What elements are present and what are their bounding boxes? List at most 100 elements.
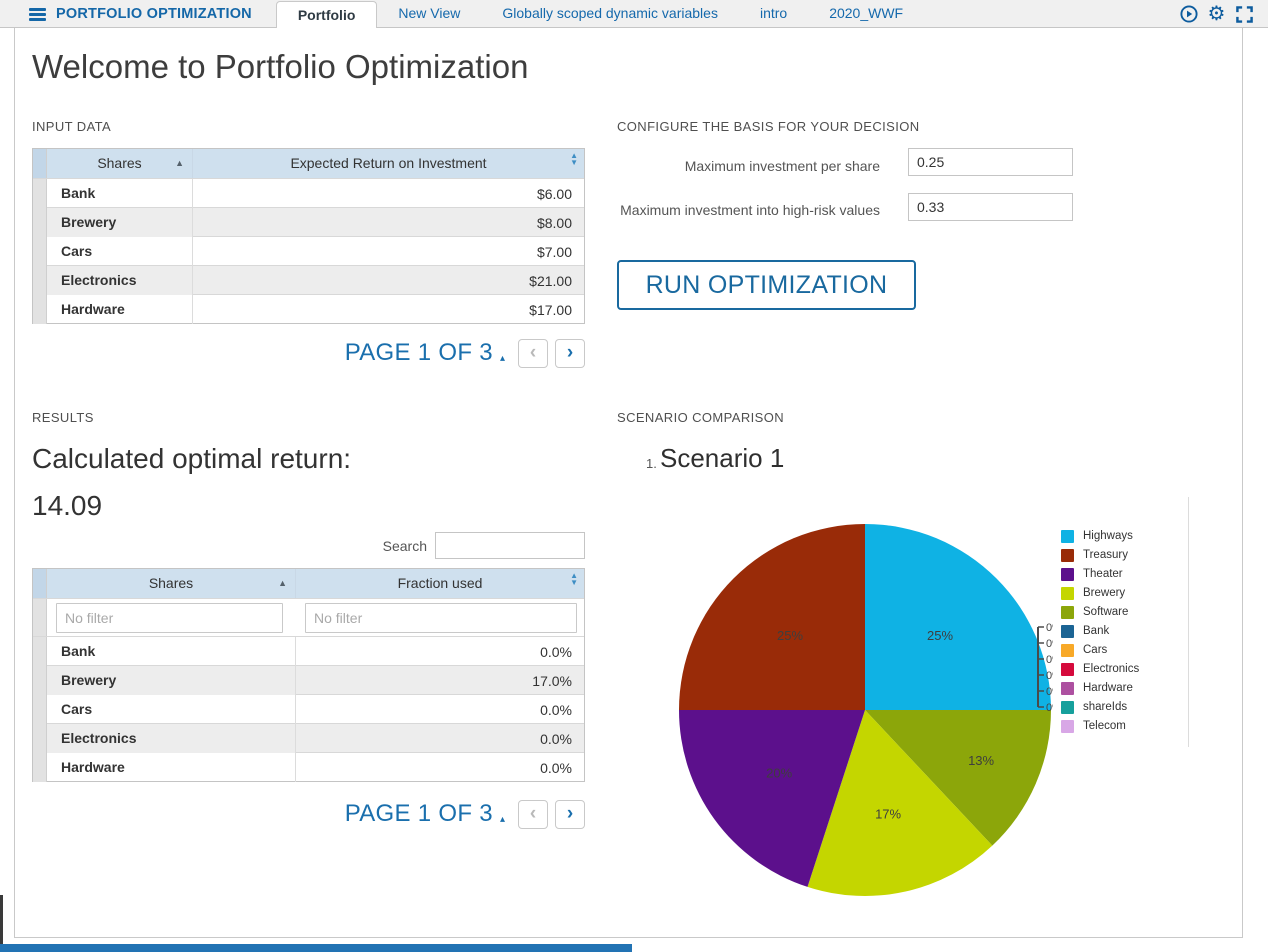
left-edge-mark — [0, 895, 3, 944]
column-header-label: Shares — [97, 155, 141, 171]
prev-page-button[interactable]: ‹ — [518, 339, 548, 368]
fraction-value-cell: 0.0% — [296, 702, 584, 718]
input-data-table: Shares ▲ Expected Return on Investment ▲… — [32, 148, 585, 324]
legend-item: Telecom — [1061, 720, 1139, 733]
page-title: Welcome to Portfolio Optimization — [32, 48, 528, 86]
app-title: PORTFOLIO OPTIMIZATION — [56, 0, 252, 27]
optimal-return-headline: Calculated optimal return: — [32, 443, 351, 475]
max-investment-high-risk-input[interactable] — [908, 193, 1073, 221]
legend-label: Electronics — [1083, 663, 1139, 676]
sort-asc-icon: ▲ — [175, 149, 184, 178]
row-gutter-cell — [33, 237, 47, 266]
share-name-cell: Electronics — [47, 724, 296, 753]
max-investment-per-share-input[interactable] — [908, 148, 1073, 176]
tab-bar: Portfolio New View Globally scoped dynam… — [276, 0, 924, 27]
pie-slice-Treasury[interactable] — [679, 524, 865, 710]
tab-2020-wwf[interactable]: 2020_WWF — [808, 0, 924, 27]
run-icon[interactable] — [1179, 5, 1198, 24]
legend-swatch — [1061, 606, 1074, 619]
legend-label: Bank — [1083, 625, 1109, 638]
legend-swatch — [1061, 568, 1074, 581]
zero-slice-label: 0% — [1046, 670, 1062, 682]
legend-item: Hardware — [1061, 682, 1139, 695]
pie-chart-svg: 25%13%17%20%25%0%0%0%0%0%0% — [617, 490, 1243, 910]
tab-new-view[interactable]: New View — [377, 0, 481, 27]
chevron-right-icon: › — [567, 342, 573, 364]
column-header-expected-return[interactable]: Expected Return on Investment ▲▼ — [193, 149, 584, 178]
pie-slice-label: 25% — [927, 628, 953, 643]
prev-page-button[interactable]: ‹ — [518, 800, 548, 829]
column-header-label: Fraction used — [398, 575, 483, 591]
legend-label: Highways — [1083, 530, 1133, 543]
legend-swatch — [1061, 625, 1074, 638]
chevron-right-icon: › — [567, 803, 573, 825]
column-header-fraction-used[interactable]: Fraction used ▲▼ — [296, 569, 584, 598]
legend-item: shareIds — [1061, 701, 1139, 714]
legend-swatch — [1061, 663, 1074, 676]
fraction-value-cell: 0.0% — [296, 760, 584, 776]
scenario-name: Scenario 1 — [660, 443, 784, 474]
search-input[interactable] — [435, 532, 585, 559]
menu-icon[interactable] — [29, 8, 46, 21]
legend-label: shareIds — [1083, 701, 1127, 714]
legend-label: Cars — [1083, 644, 1107, 657]
row-gutter-cell — [33, 695, 47, 724]
row-gutter-cell — [33, 266, 47, 295]
legend-label: Brewery — [1083, 587, 1125, 600]
tab-globally-scoped-dynamic-variables[interactable]: Globally scoped dynamic variables — [481, 0, 739, 27]
pie-slice-label: 13% — [968, 753, 994, 768]
configure-section-label: CONFIGURE THE BASIS FOR YOUR DECISION — [617, 119, 920, 134]
return-value-cell: $8.00 — [193, 215, 584, 231]
tab-portfolio[interactable]: Portfolio — [276, 1, 378, 28]
column-header-shares[interactable]: Shares ▲ — [47, 569, 296, 598]
page-indicator[interactable]: PAGE 1 OF 3 — [345, 339, 493, 367]
filter-cell — [296, 603, 584, 633]
page-indicator[interactable]: PAGE 1 OF 3 — [345, 800, 493, 828]
legend-item: Bank — [1061, 625, 1139, 638]
caret-up-icon: ▴ — [500, 814, 505, 825]
row-gutter-cell — [33, 208, 47, 237]
max-investment-high-risk-label: Maximum investment into high-risk values — [615, 201, 880, 220]
settings-icon[interactable]: ⚙ — [1207, 5, 1226, 24]
column-header-shares[interactable]: Shares ▲ — [47, 149, 193, 178]
filter-cell — [47, 603, 296, 633]
fraction-value-cell: 0.0% — [296, 731, 584, 747]
row-gutter-cell — [33, 724, 47, 753]
table-row: Brewery$8.00 — [33, 207, 584, 236]
max-investment-per-share-label: Maximum investment per share — [640, 157, 880, 176]
input-data-pagination: PAGE 1 OF 3 ▴ ‹ › — [32, 338, 585, 368]
table-row: Hardware$17.00 — [33, 294, 584, 323]
legend-item: Theater — [1061, 568, 1139, 581]
row-gutter-cell — [33, 599, 47, 636]
legend-label: Theater — [1083, 568, 1123, 581]
table-corner-cell — [33, 149, 47, 178]
run-optimization-button[interactable]: RUN OPTIMIZATION — [617, 260, 916, 310]
pie-slice-label: 17% — [875, 807, 901, 822]
pie-slice-Highways[interactable] — [865, 524, 1051, 710]
tab-intro[interactable]: intro — [739, 0, 808, 27]
legend-item: Electronics — [1061, 663, 1139, 676]
fraction-filter-input[interactable] — [305, 603, 577, 633]
fraction-value-cell: 17.0% — [296, 673, 584, 689]
shares-filter-input[interactable] — [56, 603, 283, 633]
row-gutter-cell — [33, 179, 47, 208]
table-row: Brewery17.0% — [33, 665, 584, 694]
legend-label: Hardware — [1083, 682, 1133, 695]
column-header-label: Expected Return on Investment — [290, 155, 486, 171]
chevron-left-icon: ‹ — [530, 803, 536, 825]
legend-label: Telecom — [1083, 720, 1126, 733]
next-page-button[interactable]: › — [555, 339, 585, 368]
legend-swatch — [1061, 644, 1074, 657]
share-name-cell: Brewery — [47, 666, 296, 695]
row-gutter-cell — [33, 295, 47, 324]
share-name-cell: Cars — [47, 237, 193, 266]
zero-slice-label: 0% — [1046, 702, 1062, 714]
share-name-cell: Cars — [47, 695, 296, 724]
column-header-label: Shares — [149, 575, 193, 591]
fullscreen-icon[interactable] — [1235, 5, 1254, 24]
panel-divider — [1188, 497, 1189, 747]
share-name-cell: Hardware — [47, 753, 296, 782]
results-pagination: PAGE 1 OF 3 ▴ ‹ › — [32, 799, 585, 829]
next-page-button[interactable]: › — [555, 800, 585, 829]
sort-both-icon: ▲▼ — [570, 153, 578, 167]
